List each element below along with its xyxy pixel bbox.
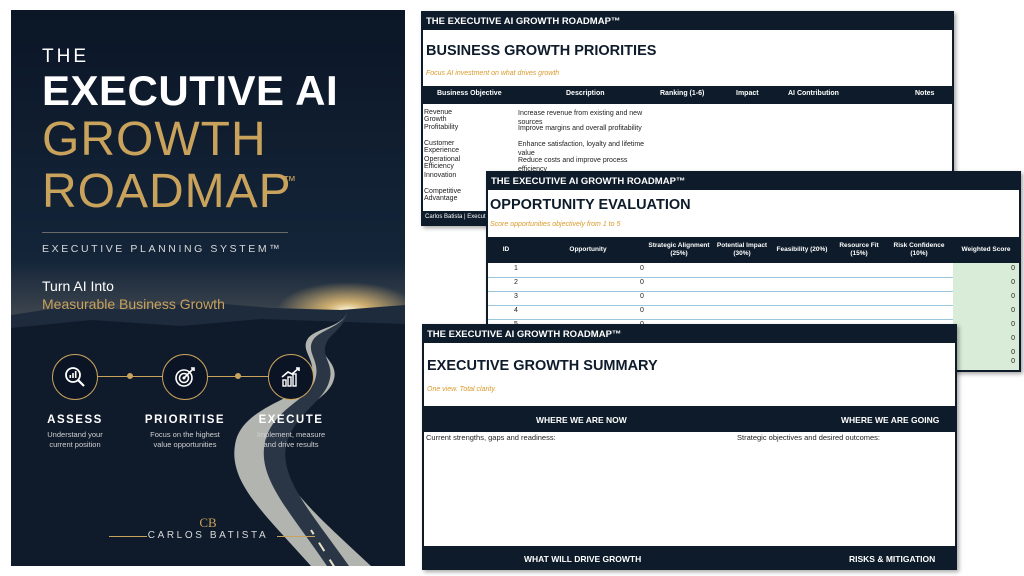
column-header: Business Objective (437, 90, 502, 97)
sheet-title: BUSINESS GROWTH PRIORITIES (426, 43, 657, 59)
step-desc: and drive results (263, 440, 319, 449)
section-header-band: WHERE WE ARE NOW WHERE WE ARE GOING (424, 406, 955, 432)
column-header: Strategic Alignment (25%) (648, 242, 710, 257)
cover-divider (42, 232, 288, 233)
book-cover: THE EXECUTIVE AI GROWTH ROADMAP ™ EXECUT… (11, 10, 405, 566)
weighted-score-cell: 0 (953, 356, 1019, 370)
sheet-title: EXECUTIVE GROWTH SUMMARY (427, 358, 658, 374)
where-now-prompt: Current strengths, gaps and readiness: (426, 433, 556, 442)
column-header: Potential Impact (30%) (716, 242, 768, 257)
id-cell: 3 (514, 293, 518, 300)
where-going-prompt: Strategic objectives and desired outcome… (737, 433, 880, 442)
column-header: ID (502, 246, 510, 253)
opportunity-cell: 0 (640, 265, 644, 272)
column-header: Ranking (1-6) (660, 90, 705, 97)
where-now-heading: WHERE WE ARE NOW (536, 415, 627, 425)
opportunity-cell: 0 (640, 279, 644, 286)
bar-chart-up-icon (268, 354, 314, 400)
table-row: 2 0 0 (488, 277, 1019, 292)
objective-cell: Innovation (424, 172, 457, 179)
cover-the: THE (42, 46, 89, 67)
column-header: Feasibility (20%) (776, 246, 828, 253)
column-header: Impact (736, 90, 759, 97)
column-header: Notes (915, 90, 935, 97)
weighted-score-value: 0 (1011, 321, 1015, 328)
step-desc: Focus on the highest (150, 430, 220, 439)
cover-title-line2: GROWTH (42, 113, 267, 166)
objective-cell: Competitive Advantage (424, 188, 461, 202)
weighted-score-cell: 0 (953, 319, 1019, 333)
table-row: 1 0 0 (488, 263, 1019, 278)
cover-title-line3: ROADMAP (42, 165, 292, 218)
step-title: ASSESS (47, 414, 103, 426)
weighted-score-value: 0 (1011, 279, 1015, 286)
step-desc: value opportunities (153, 440, 217, 449)
step-assess: ASSESS Understand your current position (25, 354, 125, 450)
sheet-header: THE EXECUTIVE AI GROWTH ROADMAP™ (423, 13, 952, 30)
sheet-header: THE EXECUTIVE AI GROWTH ROADMAP™ (488, 173, 1019, 190)
objective-cell: Operational Efficiency (424, 156, 461, 170)
cover-trademark: ™ (283, 173, 296, 188)
step-execute: EXECUTE Implement, measure and drive resu… (241, 354, 341, 450)
opportunity-cell: 0 (640, 307, 644, 314)
weighted-score-value: 0 (1011, 293, 1015, 300)
author-monogram: CB (199, 515, 217, 530)
cover-title-line1: EXECUTIVE AI (42, 67, 339, 114)
weighted-score-cell: 0 (953, 277, 1019, 291)
sheet-header: THE EXECUTIVE AI GROWTH ROADMAP™ (424, 326, 955, 343)
weighted-score-cell: 0 (953, 305, 1019, 319)
table-header: Business Objective Description Ranking (… (423, 86, 952, 104)
sheet-footer: Carlos Batista | Executive (423, 211, 495, 224)
step-title: PRIORITISE (144, 414, 226, 426)
magnifier-chart-icon (52, 354, 98, 400)
weighted-score-cell: 0 (953, 263, 1019, 277)
section-header-band: WHAT WILL DRIVE GROWTH RISKS & MITIGATIO… (424, 546, 955, 568)
column-header: AI Contribution (788, 90, 839, 97)
step-title: EXECUTE (258, 414, 324, 426)
id-cell: 1 (514, 265, 518, 272)
cover-system-label: EXECUTIVE PLANNING SYSTEM™ (42, 243, 283, 255)
column-header: Description (566, 90, 605, 97)
step-prioritise: PRIORITISE Focus on the highest value opp… (135, 354, 235, 450)
cover-author: CARLOS BATISTA (147, 530, 269, 541)
step-desc: Understand your (47, 430, 103, 439)
weighted-score-cell: 0 (953, 333, 1019, 347)
where-going-heading: WHERE WE ARE GOING (841, 415, 940, 425)
id-cell: 4 (514, 307, 518, 314)
weighted-score-value: 0 (1011, 349, 1015, 356)
target-icon (162, 354, 208, 400)
weighted-score-cell: 0 (953, 291, 1019, 305)
weighted-score-value: 0 (1011, 358, 1015, 365)
weighted-score-value: 0 (1011, 335, 1015, 342)
id-cell: 2 (514, 279, 518, 286)
sheet-tagline: One view. Total clarity. (427, 386, 497, 393)
step-desc: current position (49, 440, 101, 449)
weighted-score-value: 0 (1011, 307, 1015, 314)
sheet-executive-growth-summary: THE EXECUTIVE AI GROWTH ROADMAP™ EXECUTI… (422, 324, 957, 570)
description-cell: Improve margins and overall profitabilit… (518, 125, 642, 132)
opportunity-cell: 0 (640, 293, 644, 300)
table-row: 4 0 0 (488, 305, 1019, 320)
column-header: Weighted Score (961, 246, 1011, 253)
objective-cell: Revenue Growth (424, 109, 453, 123)
column-header: Opportunity (569, 246, 607, 253)
sheet-tagline: Focus AI investment on what drives growt… (426, 70, 560, 77)
step-desc: Implement, measure (256, 430, 326, 439)
connector-dot (127, 373, 133, 379)
sheet-title: OPPORTUNITY EVALUATION (490, 197, 691, 213)
objective-cell: Customer Experience (424, 140, 460, 154)
risks-heading: RISKS & MITIGATION (849, 554, 936, 564)
drive-growth-heading: WHAT WILL DRIVE GROWTH (524, 554, 642, 564)
sheet-tagline: Score opportunities objectively from 1 t… (490, 221, 621, 228)
column-header: Resource Fit (15%) (839, 242, 879, 257)
cover-tagline-2: Measurable Business Growth (42, 296, 225, 312)
objective-cell: Profitability (424, 124, 459, 131)
column-header: Risk Confidence (10%) (893, 242, 945, 257)
table-header: ID Opportunity Strategic Alignment (25%)… (488, 237, 1019, 263)
weighted-score-value: 0 (1011, 265, 1015, 272)
table-row: 3 0 0 (488, 291, 1019, 306)
cover-tagline-1: Turn AI Into (42, 278, 114, 294)
